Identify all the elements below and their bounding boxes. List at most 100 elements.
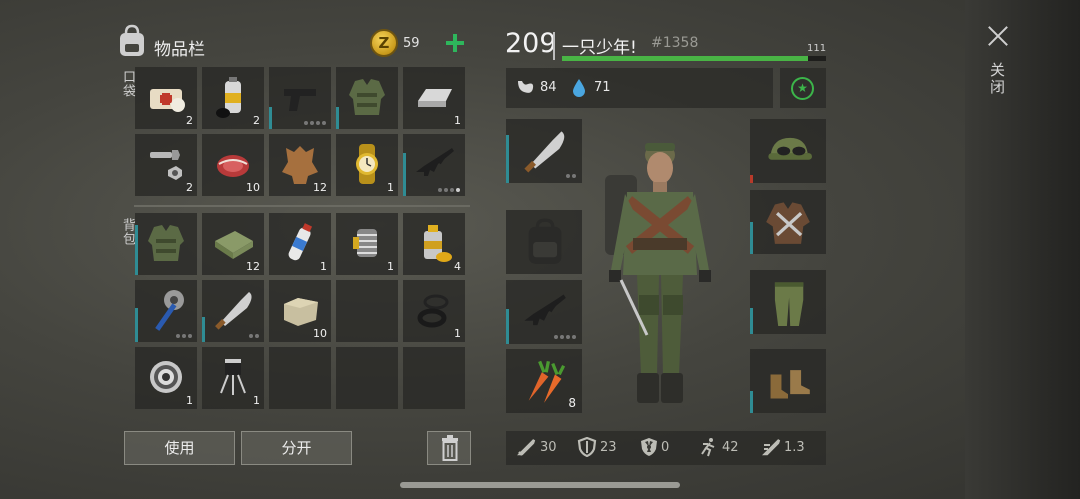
upgrade-dot bbox=[188, 334, 192, 338]
saw-mace-icon bbox=[155, 290, 184, 331]
item-slot[interactable]: 1 bbox=[336, 134, 398, 196]
item-count: 10 bbox=[246, 181, 260, 194]
metal-ingot-icon bbox=[418, 89, 452, 107]
shield-icon bbox=[577, 437, 597, 457]
item-count: 2 bbox=[253, 114, 260, 127]
item-count: 1 bbox=[387, 260, 394, 273]
camo-cap-icon bbox=[768, 137, 812, 160]
upgrade-dot bbox=[255, 334, 259, 338]
machete-icon bbox=[215, 292, 252, 330]
raw-meat-icon bbox=[217, 155, 249, 177]
item-slot[interactable]: 2 bbox=[202, 67, 264, 129]
attack-value: 30 bbox=[540, 440, 557, 455]
item-slot[interactable]: 2 bbox=[135, 67, 197, 129]
gas-canister-icon bbox=[424, 225, 452, 262]
coin-icon: Z bbox=[370, 29, 398, 57]
xp-bar-fill bbox=[562, 56, 808, 61]
add-coins-button[interactable] bbox=[443, 31, 467, 55]
use-button[interactable]: 使用 bbox=[124, 431, 235, 465]
upgrade-dots bbox=[176, 334, 192, 338]
item-slot[interactable] bbox=[135, 280, 197, 342]
pocket-grid: 2 2 1 2 10 12 1 bbox=[135, 67, 465, 196]
item-slot[interactable] bbox=[750, 119, 826, 183]
item-slot[interactable]: 8 bbox=[506, 349, 582, 413]
item-slot[interactable]: 4 bbox=[403, 213, 465, 275]
upgrade-dots bbox=[304, 121, 326, 125]
upgrade-dots bbox=[249, 334, 259, 338]
upgrade-dot bbox=[456, 188, 460, 192]
close-label[interactable]: 关闭 bbox=[988, 62, 1008, 96]
item-slot[interactable] bbox=[506, 210, 582, 274]
item-count: 1 bbox=[253, 394, 260, 407]
spring-coil-icon bbox=[353, 229, 377, 257]
section-divider bbox=[134, 205, 470, 207]
item-slot[interactable]: 10 bbox=[269, 280, 331, 342]
perk-button[interactable]: ★ bbox=[780, 68, 826, 108]
defense-value: 23 bbox=[600, 440, 617, 455]
upgrade-dot bbox=[438, 188, 442, 192]
carrot-icon bbox=[528, 360, 566, 403]
backpack-icon bbox=[528, 218, 562, 264]
item-slot[interactable]: 1 bbox=[403, 280, 465, 342]
item-count: 10 bbox=[313, 327, 327, 340]
split-button[interactable]: 分开 bbox=[241, 431, 352, 465]
item-slot[interactable]: 1 bbox=[336, 213, 398, 275]
durability-bar bbox=[135, 307, 138, 342]
item-slot[interactable] bbox=[135, 213, 197, 275]
item-slot[interactable] bbox=[202, 280, 264, 342]
radiation-icon bbox=[641, 438, 657, 456]
water-drop-icon bbox=[573, 79, 585, 97]
trash-button[interactable] bbox=[427, 431, 471, 465]
empty-slot[interactable] bbox=[336, 280, 398, 342]
item-slot[interactable] bbox=[269, 67, 331, 129]
item-slot[interactable] bbox=[750, 190, 826, 254]
side-panel bbox=[965, 0, 1080, 499]
item-slot[interactable]: 1 bbox=[202, 347, 264, 409]
upgrade-dot bbox=[322, 121, 326, 125]
item-slot[interactable] bbox=[336, 67, 398, 129]
item-slot[interactable]: 1 bbox=[269, 213, 331, 275]
item-slot[interactable]: 12 bbox=[269, 134, 331, 196]
backpack-icon bbox=[120, 24, 144, 56]
assault-rifle-icon bbox=[524, 294, 566, 326]
item-slot[interactable]: 2 bbox=[135, 134, 197, 196]
item-slot[interactable] bbox=[506, 280, 582, 344]
spray-can-icon bbox=[216, 77, 241, 118]
rubber-seal-icon bbox=[417, 294, 449, 328]
item-slot[interactable]: 10 bbox=[202, 134, 264, 196]
item-slot[interactable] bbox=[750, 349, 826, 413]
empty-slot[interactable] bbox=[403, 347, 465, 409]
durability-bar bbox=[750, 308, 753, 334]
item-slot[interactable] bbox=[506, 119, 582, 183]
thirst-value: 71 bbox=[594, 80, 611, 95]
item-slot[interactable]: 1 bbox=[135, 347, 197, 409]
item-slot[interactable]: 12 bbox=[202, 213, 264, 275]
empty-slot[interactable] bbox=[269, 347, 331, 409]
player-id: #1358 bbox=[651, 35, 699, 51]
durability-bar bbox=[750, 390, 753, 413]
empty-slot[interactable] bbox=[336, 347, 398, 409]
upgrade-dots bbox=[554, 335, 576, 339]
machete-icon bbox=[524, 131, 565, 173]
home-indicator[interactable] bbox=[400, 482, 680, 488]
xp-bar bbox=[562, 56, 826, 61]
upgrade-dot bbox=[566, 174, 570, 178]
trash-icon bbox=[442, 435, 458, 461]
item-count: 1 bbox=[186, 394, 193, 407]
item-slot[interactable] bbox=[403, 134, 465, 196]
item-slot[interactable]: 1 bbox=[403, 67, 465, 129]
radiation-value: 0 bbox=[661, 440, 670, 455]
durability-bar bbox=[750, 175, 753, 183]
durability-bar bbox=[750, 222, 753, 254]
durability-bar bbox=[135, 225, 138, 275]
item-slot[interactable] bbox=[750, 270, 826, 334]
level-separator bbox=[553, 32, 555, 60]
boots-icon bbox=[770, 370, 810, 399]
upgrade-dot bbox=[176, 334, 180, 338]
leather-hide-icon bbox=[282, 146, 318, 184]
close-icon[interactable] bbox=[983, 22, 1013, 52]
upgrade-dot bbox=[444, 188, 448, 192]
xp-value: 111 bbox=[807, 43, 827, 54]
stone-block-icon bbox=[284, 298, 318, 326]
vest-icon bbox=[148, 225, 184, 261]
